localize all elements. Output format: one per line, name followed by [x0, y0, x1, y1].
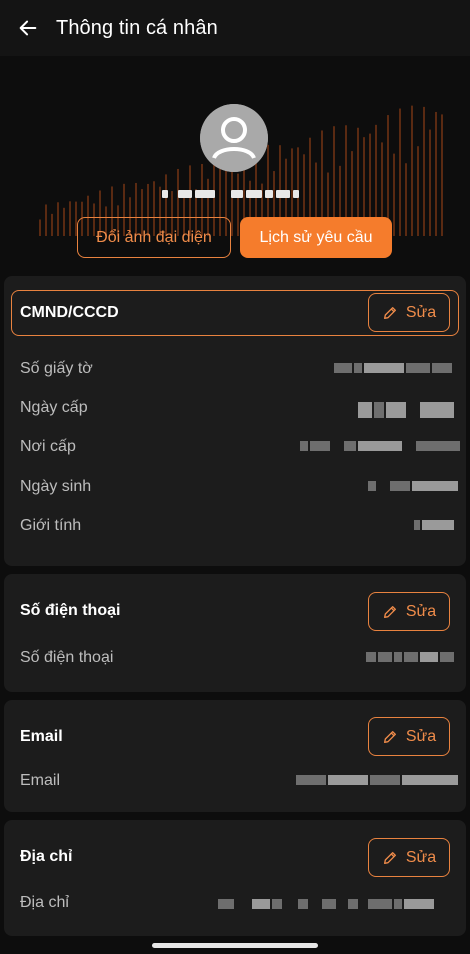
edit-phone-button[interactable]: Sửa	[368, 592, 450, 631]
address-section: Địa chỉ Sửa Địa chỉ	[4, 820, 466, 936]
gender-value-redacted	[414, 520, 454, 530]
section-title-address: Địa chỉ	[20, 848, 73, 865]
section-title-phone: Số điện thoại	[20, 602, 121, 619]
phone-value-redacted	[366, 652, 454, 662]
pencil-icon	[383, 306, 396, 319]
section-title-email: Email	[20, 728, 63, 745]
field-label-issue-place: Nơi cấp	[20, 438, 76, 455]
id-number-value-redacted	[334, 363, 452, 373]
profile-header: Đổi ảnh đại diện Lịch sử yêu cầu	[0, 56, 470, 276]
email-value-redacted	[296, 775, 458, 785]
field-label-id-number: Số giấy tờ	[20, 360, 93, 377]
field-label-address: Địa chỉ	[20, 894, 69, 911]
id-card-section: CMND/CCCD Sửa Số giấy tờ Ngày cấp Nơi cấ…	[4, 276, 466, 566]
issue-place-value-redacted	[300, 441, 460, 451]
field-label-gender: Giới tính	[20, 517, 82, 534]
pencil-icon	[383, 730, 396, 743]
pencil-icon	[383, 605, 396, 618]
field-label-birth-date: Ngày sinh	[20, 478, 92, 495]
address-value-redacted	[218, 899, 434, 909]
user-avatar-icon	[200, 104, 268, 172]
section-title-id-card: CMND/CCCD	[20, 304, 119, 321]
email-section: Email Sửa Email	[4, 700, 466, 812]
app-bar: Thông tin cá nhân	[0, 0, 470, 56]
page-title: Thông tin cá nhân	[56, 16, 218, 39]
user-name-redacted	[162, 185, 308, 203]
edit-address-button[interactable]: Sửa	[368, 838, 450, 877]
birth-date-value-redacted	[368, 481, 458, 491]
issue-date-value-redacted	[358, 402, 454, 418]
arrow-left-icon	[19, 20, 37, 36]
home-indicator	[152, 943, 318, 948]
avatar[interactable]	[200, 104, 268, 172]
request-history-button[interactable]: Lịch sử yêu cầu	[240, 217, 392, 258]
edit-id-card-button[interactable]: Sửa	[368, 293, 450, 332]
field-label-email: Email	[20, 772, 61, 789]
pencil-icon	[383, 851, 396, 864]
change-avatar-button[interactable]: Đổi ảnh đại diện	[77, 217, 231, 258]
phone-section: Số điện thoại Sửa Số điện thoại	[4, 574, 466, 692]
back-button[interactable]	[0, 0, 56, 56]
field-label-phone: Số điện thoại	[20, 649, 114, 666]
field-label-issue-date: Ngày cấp	[20, 399, 88, 416]
edit-email-button[interactable]: Sửa	[368, 717, 450, 756]
